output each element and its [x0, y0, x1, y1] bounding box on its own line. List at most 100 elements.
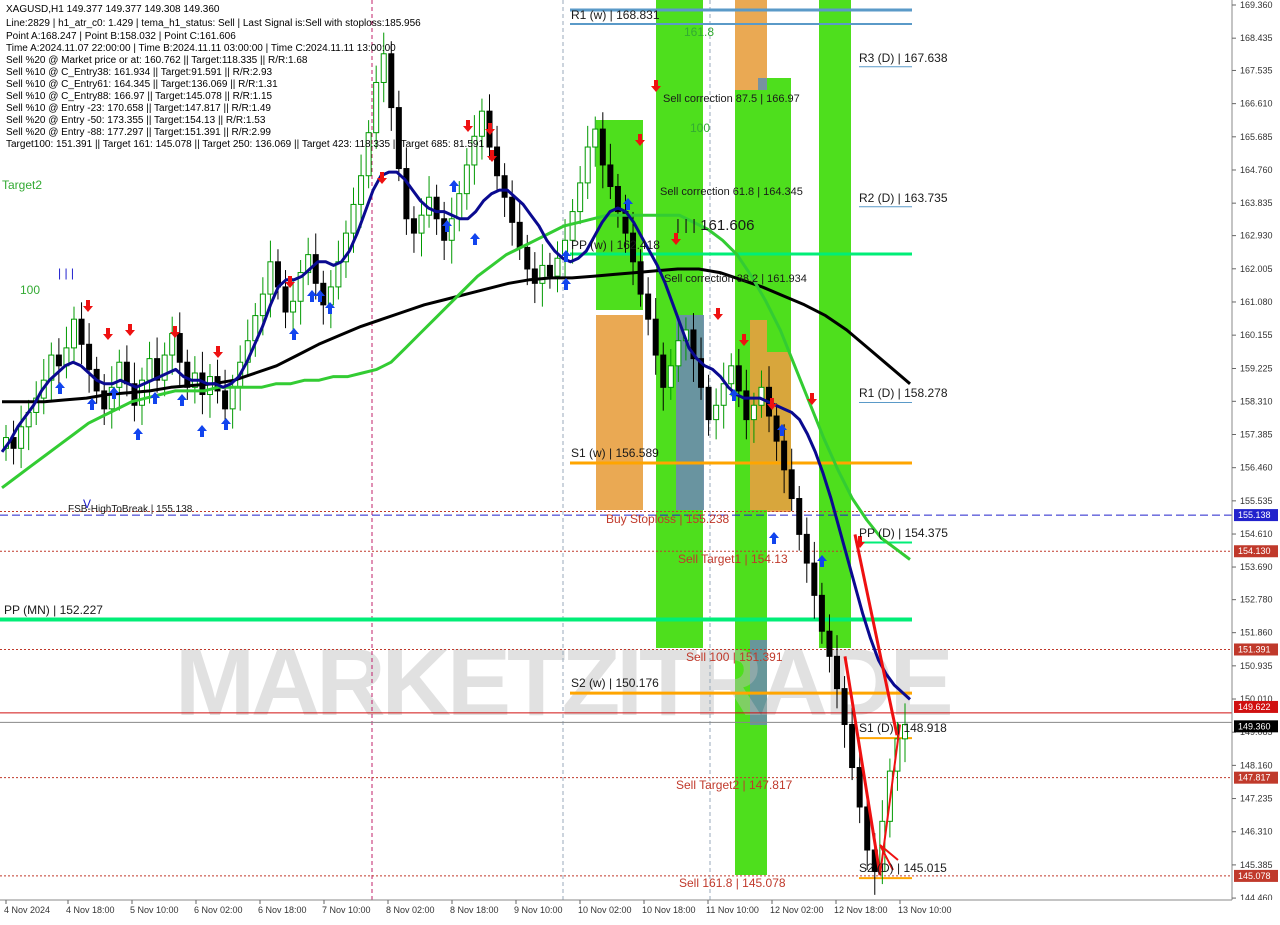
y-tick-label: 148.160 — [1240, 760, 1273, 770]
candle-body — [494, 146, 501, 177]
info-line: Sell %10 @ C_Entry38: 161.934 || Target:… — [6, 67, 273, 78]
candle-body — [539, 264, 546, 284]
y-tick-label: 146.310 — [1240, 827, 1273, 837]
candle-body — [713, 404, 720, 421]
level-label: Sell 161.8 | 145.078 — [679, 876, 786, 890]
candle-body — [577, 182, 584, 213]
candle-body — [86, 343, 93, 370]
candle-body — [327, 286, 334, 306]
orange-band — [596, 315, 643, 510]
level-label: S1 (w) | 156.589 — [571, 446, 659, 460]
level-label: R1 (D) | 158.278 — [859, 386, 948, 400]
level-label: PP (MN) | 152.227 — [4, 603, 103, 617]
candle-body — [796, 498, 803, 535]
info-line: Sell %20 @ Entry -50: 173.355 || Target:… — [6, 115, 266, 126]
candle-body — [705, 386, 712, 421]
candle-body — [290, 300, 297, 313]
candle-body — [607, 164, 614, 187]
y-tick-label: 168.435 — [1240, 33, 1273, 43]
candle-body — [667, 365, 674, 388]
info-line: Line:2829 | h1_atr_c0: 1.429 | tema_h1_s… — [6, 18, 421, 29]
y-tick-label: 167.535 — [1240, 65, 1273, 75]
y-tick-label: 156.460 — [1240, 463, 1273, 473]
y-tick-label: 165.685 — [1240, 132, 1273, 142]
level-label: PP (w) | 162.418 — [571, 238, 660, 252]
candle-body — [554, 257, 561, 277]
y-tick-label: 161.080 — [1240, 297, 1273, 307]
candle-body — [584, 146, 591, 184]
y-tick-label: 160.155 — [1240, 330, 1273, 340]
candle-body — [116, 361, 123, 388]
candle-body — [146, 358, 153, 381]
candle-body — [531, 268, 538, 284]
info-line: Sell %10 @ C_Entry88: 166.97 || Target:1… — [6, 91, 273, 102]
candle-body — [599, 128, 606, 166]
info-line: Sell %10 @ Entry -23: 170.658 || Target:… — [6, 103, 271, 114]
y-tick-label: 147.235 — [1240, 794, 1273, 804]
candle-body — [70, 318, 77, 349]
price-tag-label: 147.817 — [1238, 773, 1271, 783]
price-axis: 169.360 168.435 167.535 166.610 165.685 164.7… — [1231, 0, 1280, 903]
candle-body — [675, 340, 682, 367]
x-tick-label: 5 Nov 10:00 — [130, 905, 179, 915]
x-tick-label: 10 Nov 18:00 — [642, 905, 696, 915]
y-tick-label: 152.780 — [1240, 595, 1273, 605]
candle-body — [448, 218, 455, 241]
candle-body — [169, 333, 176, 356]
y-tick-label: 164.760 — [1240, 165, 1273, 175]
level-label: Sell correction 61.8 | 164.345 — [660, 186, 803, 198]
candle-body — [645, 293, 652, 320]
level-label: PP (D) | 154.375 — [859, 526, 948, 540]
candle-body — [418, 214, 425, 234]
level-label: Sell correction 87.5 | 166.97 — [663, 93, 800, 105]
level-label: S2 (D) | 145.015 — [859, 861, 947, 875]
candle-body — [758, 386, 765, 406]
orange-band — [735, 0, 767, 90]
info-line: Sell %10 @ C_Entry61: 164.345 || Target:… — [6, 79, 278, 90]
level-label: Sell Target1 | 154.13 — [678, 552, 788, 566]
y-tick-label: 162.930 — [1240, 231, 1273, 241]
price-tag-label: 155.138 — [1238, 510, 1271, 520]
candle-body — [735, 365, 742, 392]
x-tick-label: 6 Nov 18:00 — [258, 905, 307, 915]
level-label: Sell Target2 | 147.817 — [676, 778, 793, 792]
info-line: Time A:2024.11.07 22:00:00 | Time B:2024… — [6, 43, 396, 54]
candle-body — [546, 264, 553, 277]
candle-body — [478, 110, 485, 137]
candle-body — [463, 164, 470, 195]
candle-body — [176, 333, 183, 363]
candle-body — [788, 469, 795, 500]
candle-body — [781, 440, 788, 471]
y-tick-label: 158.310 — [1240, 396, 1273, 406]
candle-body — [720, 383, 727, 406]
y-tick-label: 150.935 — [1240, 661, 1273, 671]
candle-body — [433, 196, 440, 220]
symbol-line: XAGUSD,H1 149.377 149.377 149.308 149.36… — [6, 4, 220, 15]
level-label: Buy Stoploss | 155.238 — [606, 512, 730, 526]
candle-body — [652, 318, 659, 356]
candle-body — [524, 246, 531, 270]
candle-body — [267, 261, 274, 295]
candle-body — [403, 168, 410, 220]
candle-body — [728, 365, 735, 385]
y-tick-label: 162.005 — [1240, 264, 1273, 274]
price-chart[interactable]: MARKETZITRADE XAGUSD,H1 149.377 149.377 … — [0, 0, 1280, 920]
candle-body — [811, 562, 818, 596]
candle-body — [282, 286, 289, 313]
candle-body — [660, 354, 667, 388]
level-label: 161.8 — [684, 25, 714, 39]
y-tick-label: 151.860 — [1240, 628, 1273, 638]
y-tick-label: 157.385 — [1240, 430, 1273, 440]
chart-canvas: MARKETZITRADE XAGUSD,H1 149.377 149.377 … — [0, 0, 1280, 920]
candle-body — [380, 53, 387, 83]
info-line: Point A:168.247 | Point B:158.032 | Poin… — [6, 31, 236, 42]
x-tick-label: 8 Nov 18:00 — [450, 905, 499, 915]
x-tick-label: 13 Nov 10:00 — [898, 905, 952, 915]
candle-body — [456, 193, 463, 220]
candle-body — [123, 361, 130, 385]
candle-body — [222, 390, 229, 410]
candle-body — [184, 361, 191, 388]
v-label: V — [83, 497, 91, 511]
candle-body — [818, 594, 825, 632]
x-tick-label: 6 Nov 02:00 — [194, 905, 243, 915]
